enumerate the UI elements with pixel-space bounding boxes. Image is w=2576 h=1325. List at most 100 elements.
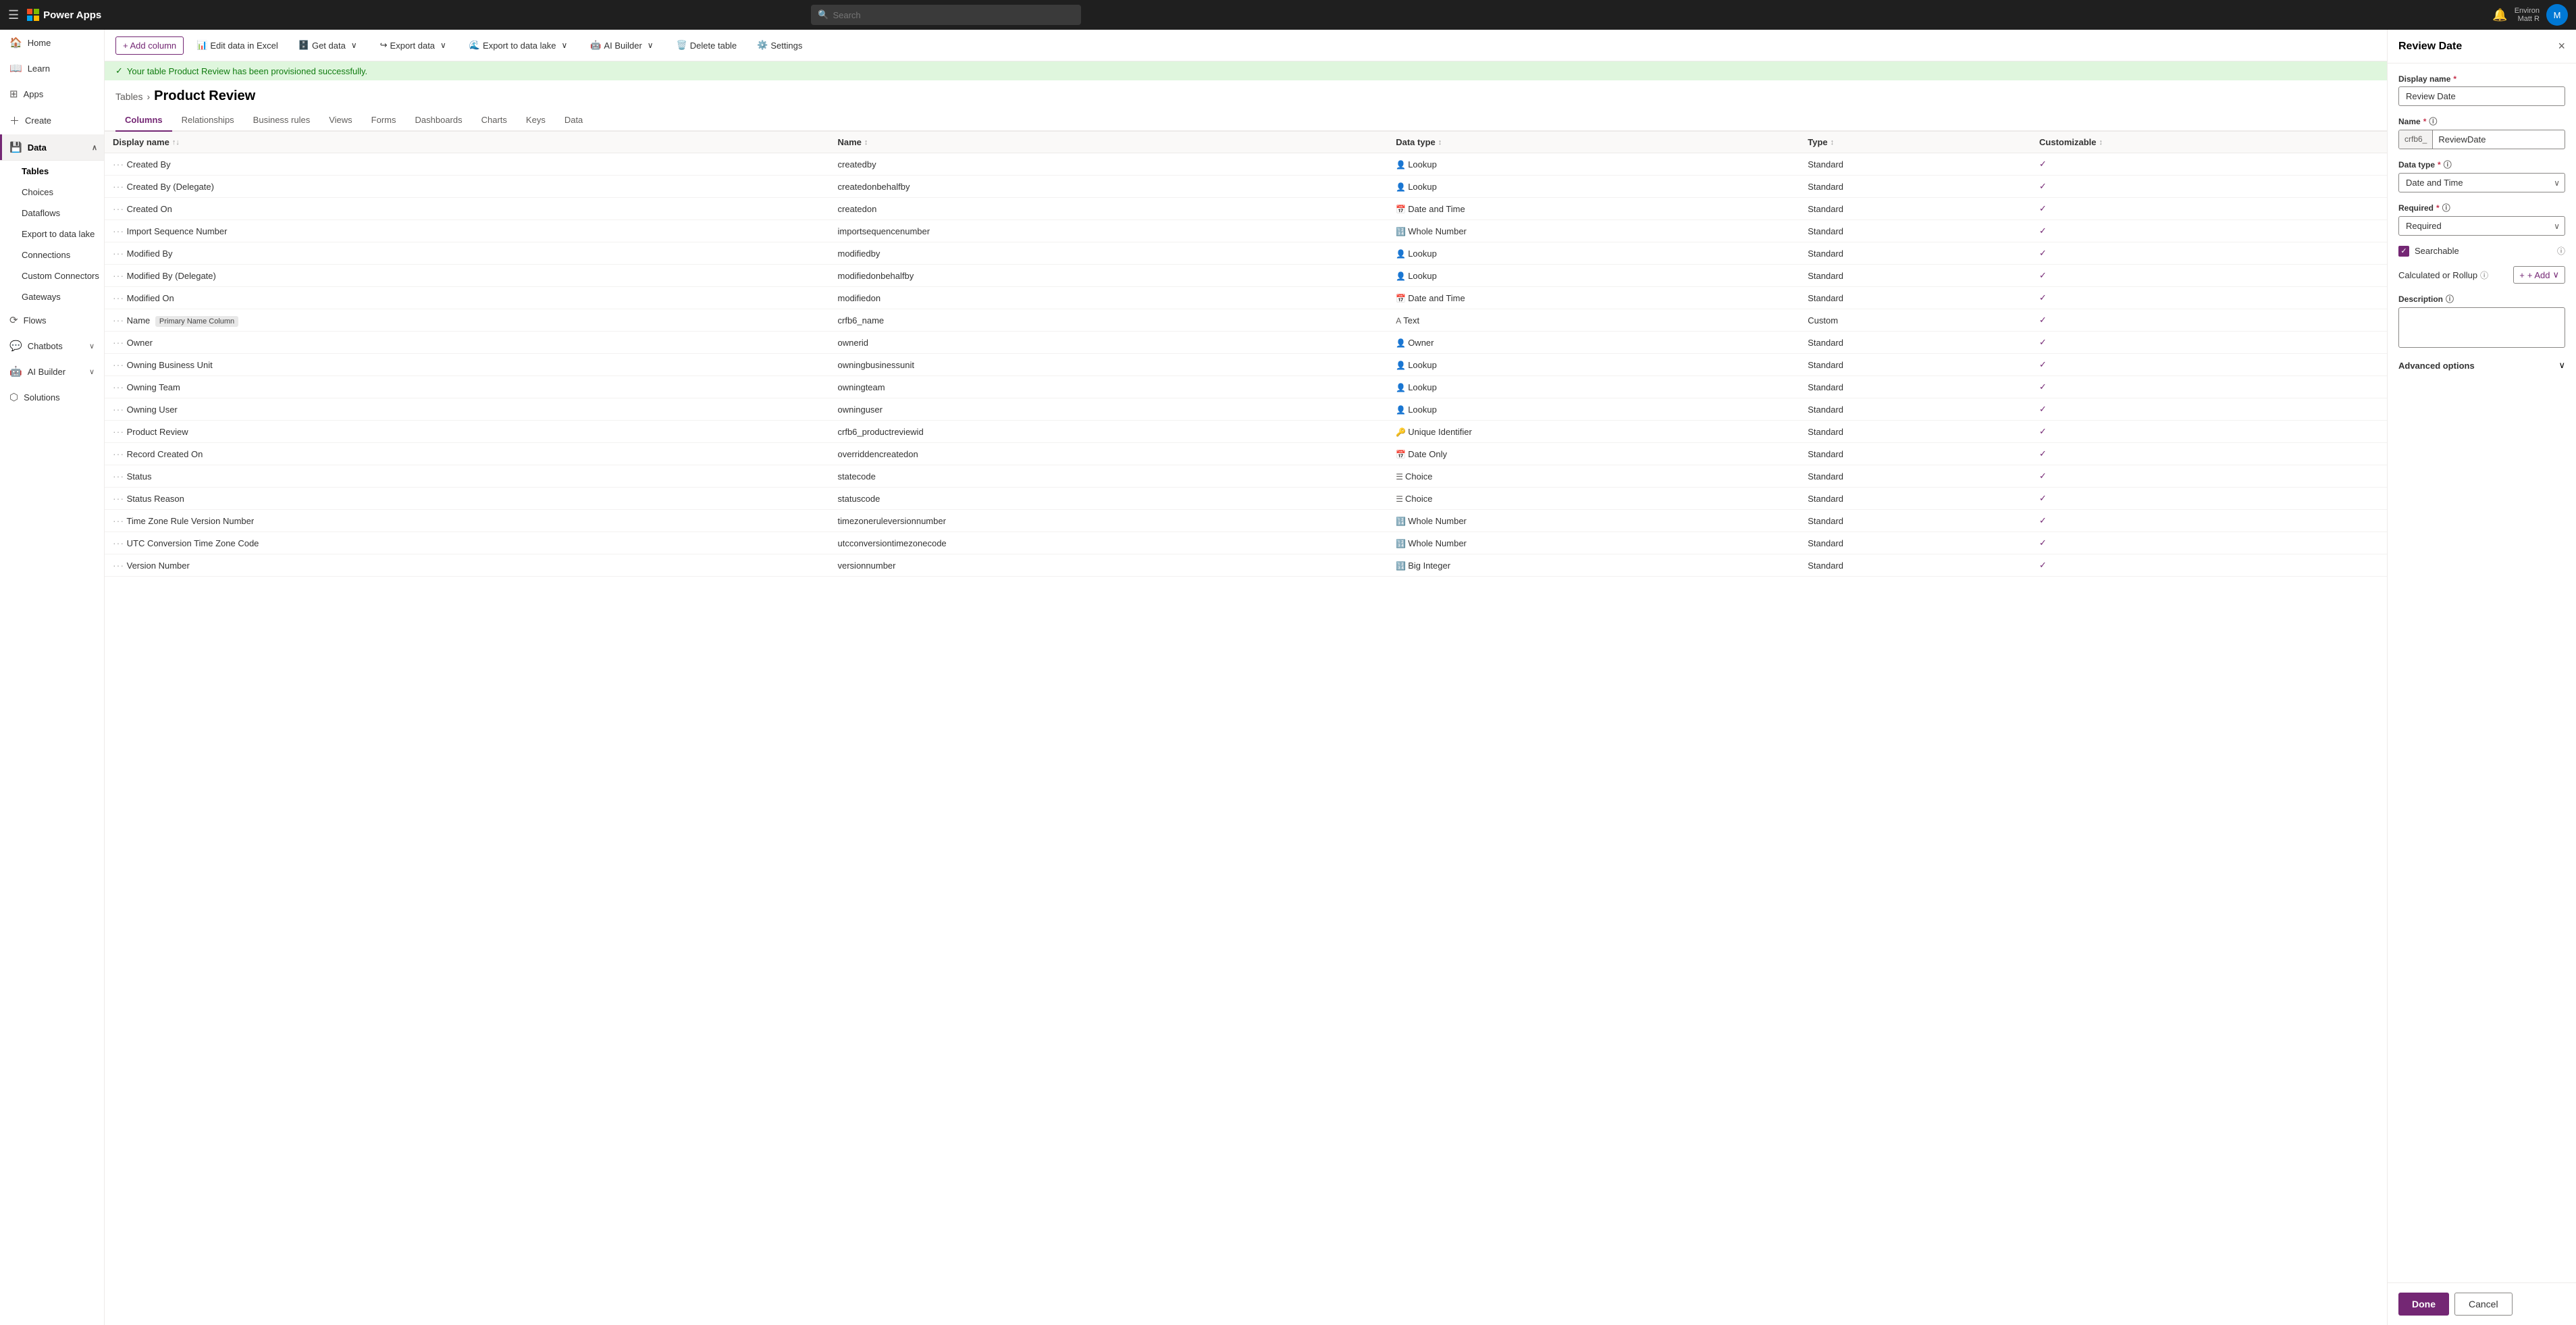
sidebar-item-ai-builder[interactable]: 🤖 AI Builder ∨ bbox=[0, 359, 104, 384]
description-textarea[interactable] bbox=[2398, 307, 2565, 348]
search-bar[interactable]: 🔍 bbox=[811, 5, 1081, 25]
sidebar-item-learn[interactable]: 📖 Learn bbox=[0, 55, 104, 81]
tab-charts[interactable]: Charts bbox=[472, 109, 517, 132]
sidebar-item-data[interactable]: 💾 Data ∧ bbox=[0, 134, 104, 160]
sidebar-sub-export-lake[interactable]: Export to data lake bbox=[0, 224, 104, 244]
edit-excel-button[interactable]: 📊 Edit data in Excel bbox=[189, 36, 286, 55]
name-info-icon[interactable]: ⓘ bbox=[2429, 115, 2437, 127]
row-dots-menu[interactable]: ··· bbox=[113, 382, 124, 392]
th-name[interactable]: Name ↕ bbox=[830, 132, 1388, 153]
cell-customizable: ✓ bbox=[2031, 443, 2387, 465]
sidebar-sub-connections[interactable]: Connections bbox=[0, 244, 104, 265]
primary-tag: Primary Name Column bbox=[155, 316, 238, 327]
sidebar-item-flows[interactable]: ⟳ Flows bbox=[0, 307, 104, 333]
row-dots-menu[interactable]: ··· bbox=[113, 359, 124, 370]
sidebar-item-create[interactable]: ＋ Create bbox=[0, 107, 104, 134]
sidebar-sub-gateways[interactable]: Gateways bbox=[0, 286, 104, 307]
th-type[interactable]: Type ↕ bbox=[1799, 132, 2031, 153]
sidebar-item-home[interactable]: 🏠 Home bbox=[0, 30, 104, 55]
advanced-options-row[interactable]: Advanced options ∨ bbox=[2398, 357, 2565, 373]
row-dots-menu[interactable]: ··· bbox=[113, 515, 124, 526]
cell-display-name: ··· Status bbox=[105, 465, 830, 488]
data-expand-icon: ∧ bbox=[92, 143, 97, 152]
data-type-label: Data type * ⓘ bbox=[2398, 159, 2565, 170]
required-select[interactable]: Optional Business Recommended Required bbox=[2398, 216, 2565, 236]
row-dots-menu[interactable]: ··· bbox=[113, 292, 124, 303]
row-dots-menu[interactable]: ··· bbox=[113, 426, 124, 437]
row-dots-menu[interactable]: ··· bbox=[113, 315, 124, 326]
row-dots-menu[interactable]: ··· bbox=[113, 538, 124, 548]
sidebar-sub-choices[interactable]: Choices bbox=[0, 182, 104, 203]
row-dots-menu[interactable]: ··· bbox=[113, 270, 124, 281]
row-dots-menu[interactable]: ··· bbox=[113, 493, 124, 504]
row-dots-menu[interactable]: ··· bbox=[113, 248, 124, 259]
required-info-icon[interactable]: ⓘ bbox=[2442, 202, 2450, 213]
tab-data[interactable]: Data bbox=[555, 109, 592, 132]
avatar[interactable]: M bbox=[2546, 4, 2568, 26]
table-row: ··· Name Primary Name Columncrfb6_nameAT… bbox=[105, 309, 2387, 332]
sidebar-sub-custom-connectors[interactable]: Custom Connectors bbox=[0, 265, 104, 286]
th-data-type[interactable]: Data type ↕ bbox=[1388, 132, 1799, 153]
get-data-button[interactable]: 🗄️ Get data ∨ bbox=[291, 35, 367, 55]
row-dots-menu[interactable]: ··· bbox=[113, 337, 124, 348]
sort-display-name: ↑↓ bbox=[172, 138, 180, 147]
settings-button[interactable]: ⚙️ Settings bbox=[750, 36, 810, 55]
tab-business-rules[interactable]: Business rules bbox=[244, 109, 320, 132]
customizable-check: ✓ bbox=[2039, 448, 2047, 459]
get-data-chevron[interactable]: ∨ bbox=[348, 39, 360, 51]
data-type-icon: ☰ bbox=[1396, 494, 1403, 504]
searchable-info-icon[interactable]: ⓘ bbox=[2557, 245, 2565, 257]
export-data-icon: ↪ bbox=[380, 40, 388, 51]
data-icon: 💾 bbox=[9, 141, 22, 153]
sidebar-item-chatbots[interactable]: 💬 Chatbots ∨ bbox=[0, 333, 104, 359]
sidebar-item-solutions[interactable]: ⬡ Solutions bbox=[0, 384, 104, 410]
cell-type: Standard bbox=[1799, 176, 2031, 198]
export-lake-chevron[interactable]: ∨ bbox=[558, 39, 570, 51]
ai-builder-expand-icon: ∨ bbox=[89, 367, 95, 376]
th-display-name[interactable]: Display name ↑↓ bbox=[105, 132, 830, 153]
notification-icon[interactable]: 🔔 bbox=[2492, 8, 2507, 22]
data-type-select[interactable]: Date and Time Date Only Text Whole Numbe… bbox=[2398, 173, 2565, 192]
sidebar-sub-dataflows[interactable]: Dataflows bbox=[0, 203, 104, 224]
breadcrumb-parent[interactable]: Tables bbox=[115, 91, 142, 102]
table-row: ··· Product Reviewcrfb6_productreviewid🔑… bbox=[105, 421, 2387, 443]
row-dots-menu[interactable]: ··· bbox=[113, 448, 124, 459]
tab-dashboards[interactable]: Dashboards bbox=[406, 109, 472, 132]
searchable-checkbox[interactable]: ✓ bbox=[2398, 246, 2409, 257]
desc-info-icon[interactable]: ⓘ bbox=[2446, 293, 2454, 305]
th-customizable[interactable]: Customizable ↕ bbox=[2031, 132, 2387, 153]
export-data-button[interactable]: ↪ Export data ∨ bbox=[373, 35, 456, 55]
sidebar-item-apps[interactable]: ⊞ Apps bbox=[0, 81, 104, 107]
row-dots-menu[interactable]: ··· bbox=[113, 181, 124, 192]
ai-builder-chevron[interactable]: ∨ bbox=[645, 39, 656, 51]
tab-keys[interactable]: Keys bbox=[517, 109, 555, 132]
add-column-button[interactable]: + Add column bbox=[115, 36, 184, 55]
customizable-check: ✓ bbox=[2039, 404, 2047, 414]
add-calc-button[interactable]: + + Add ∨ bbox=[2513, 266, 2565, 284]
tab-forms[interactable]: Forms bbox=[362, 109, 406, 132]
row-dots-menu[interactable]: ··· bbox=[113, 404, 124, 415]
row-dots-menu[interactable]: ··· bbox=[113, 226, 124, 236]
row-dots-menu[interactable]: ··· bbox=[113, 471, 124, 482]
cell-data-type: 👤Lookup bbox=[1388, 398, 1799, 421]
cancel-button[interactable]: Cancel bbox=[2454, 1293, 2513, 1316]
hamburger-icon[interactable]: ☰ bbox=[8, 8, 19, 22]
row-dots-menu[interactable]: ··· bbox=[113, 203, 124, 214]
tab-views[interactable]: Views bbox=[319, 109, 361, 132]
tab-columns[interactable]: Columns bbox=[115, 109, 172, 132]
search-input[interactable] bbox=[833, 10, 1074, 20]
tab-relationships[interactable]: Relationships bbox=[172, 109, 244, 132]
display-name-input[interactable] bbox=[2398, 86, 2565, 106]
data-type-info-icon[interactable]: ⓘ bbox=[2444, 159, 2452, 170]
ai-builder-button[interactable]: 🤖 AI Builder ∨ bbox=[583, 35, 663, 55]
done-button[interactable]: Done bbox=[2398, 1293, 2449, 1316]
panel-close-button[interactable]: × bbox=[2558, 39, 2565, 53]
delete-table-button[interactable]: 🗑️ Delete table bbox=[669, 36, 745, 55]
export-data-chevron[interactable]: ∨ bbox=[438, 39, 449, 51]
row-dots-menu[interactable]: ··· bbox=[113, 560, 124, 571]
export-lake-button[interactable]: 🌊 Export to data lake ∨ bbox=[462, 35, 577, 55]
row-dots-menu[interactable]: ··· bbox=[113, 159, 124, 170]
cell-data-type: 👤Lookup bbox=[1388, 153, 1799, 176]
calc-info-icon[interactable]: ⓘ bbox=[2480, 269, 2488, 281]
sidebar-sub-tables[interactable]: Tables bbox=[0, 161, 104, 182]
